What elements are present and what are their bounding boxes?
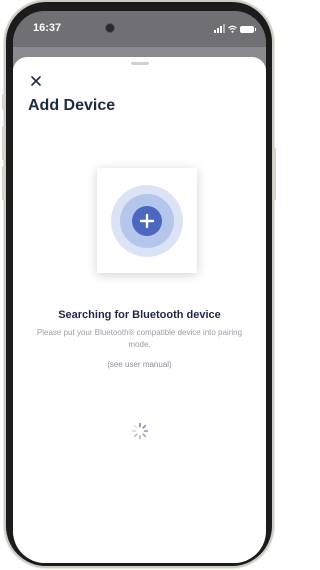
search-status-title: Searching for Bluetooth device [58,309,221,321]
add-device-sheet: Add Device Searching for Bluetooth devic… [13,57,266,563]
mute-switch [2,94,5,110]
wifi-icon [228,25,237,33]
user-manual-link[interactable]: (see user manual) [13,360,266,369]
volume-down-button [2,166,5,200]
status-icons [214,23,256,33]
device-card [97,168,197,273]
front-camera [105,23,115,33]
spinner-icon [131,422,149,440]
add-device-button[interactable] [132,206,162,236]
signal-icon [214,24,225,33]
volume-up-button [2,126,5,160]
pairing-instructions: Please put your Bluetooth® compatible de… [36,328,243,349]
battery-icon [240,26,256,33]
close-icon[interactable] [30,74,42,86]
status-bar: 16:37 [13,11,266,47]
sheet-grabber[interactable] [131,62,149,65]
page-title: Add Device [28,97,116,114]
status-time: 16:37 [33,22,62,34]
phone-screen: 16:37 Add Device Searching for Bluetooth… [13,11,266,563]
power-button [273,148,276,200]
plus-icon [139,213,155,229]
